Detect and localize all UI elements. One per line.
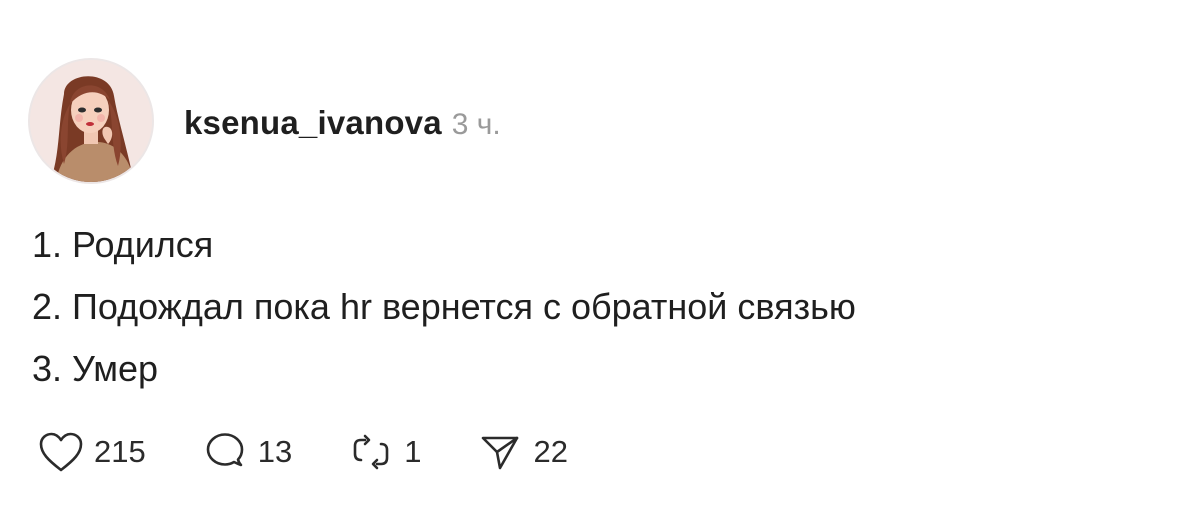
send-icon	[475, 427, 525, 477]
post-line: 2. Подождал пока hr вернется с обратной …	[32, 286, 856, 327]
send-button[interactable]: 22	[475, 427, 568, 477]
avatar-illustration	[30, 60, 152, 182]
repost-button[interactable]: 1	[346, 427, 421, 477]
repost-count: 1	[404, 434, 422, 469]
username[interactable]: ksenua_ivanova	[184, 104, 442, 142]
comment-count: 13	[257, 434, 293, 469]
post-time: 3 ч.	[451, 108, 501, 141]
avatar[interactable]	[28, 58, 154, 184]
post-header: ksenua_ivanova 3 ч.	[28, 58, 501, 184]
post-line: 3. Умер	[32, 348, 159, 389]
like-button[interactable]: 215	[36, 427, 146, 477]
comment-bubble-icon	[200, 427, 250, 477]
post-card: ksenua_ivanova 3 ч. 1. Родился 2. Подожд…	[0, 0, 1200, 509]
post-line: 1. Родился	[32, 224, 214, 265]
like-count: 215	[94, 434, 146, 469]
post-actions: 215 13 1 22	[36, 425, 622, 479]
heart-icon	[36, 427, 86, 477]
comment-button[interactable]: 13	[200, 427, 292, 477]
post-body: 1. Родился 2. Подождал пока hr вернется …	[32, 214, 856, 400]
author-info: ksenua_ivanova 3 ч.	[184, 104, 501, 142]
send-count: 22	[533, 434, 568, 469]
repost-icon	[346, 427, 396, 477]
